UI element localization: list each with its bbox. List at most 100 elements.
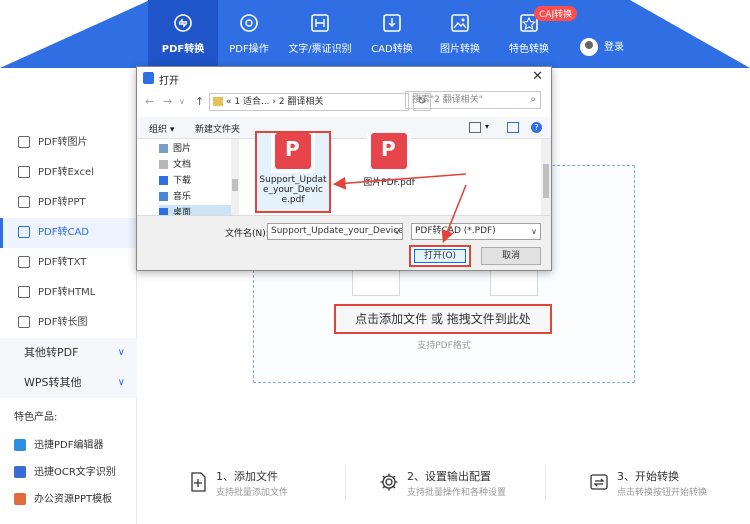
- file-type-select[interactable]: PDF转CAD (*.PDF) ∨: [411, 223, 541, 240]
- chevron-down-icon: ∨: [531, 227, 537, 236]
- preview-pane-icon[interactable]: [507, 122, 519, 133]
- file-item-image-pdf[interactable]: 图片PDF.pdf: [345, 133, 433, 193]
- pdf-logo: [371, 133, 407, 169]
- chevron-down-icon: ∨: [117, 347, 125, 358]
- html-file-icon: [18, 286, 30, 298]
- nav-pdf-convert[interactable]: PDF转换: [148, 0, 218, 68]
- image-file-icon: [18, 136, 30, 148]
- step-title: 3、开始转换: [617, 470, 679, 483]
- pictures-folder-icon: [159, 144, 168, 153]
- chevron-down-icon: ∨: [117, 377, 125, 388]
- open-button-highlight: 打开(O): [409, 245, 471, 267]
- ppt-template-icon: [14, 493, 26, 505]
- login-button[interactable]: 登录: [580, 38, 624, 56]
- sidebar-item-label: PDF转TXT: [38, 257, 87, 268]
- sidebar-item-pdf-to-ppt[interactable]: PDF转PPT: [0, 188, 137, 218]
- nav-label: CAD转换: [371, 44, 413, 55]
- sidebar-item-label: PDF转CAD: [38, 227, 90, 238]
- nav-label: 文字/票证识别: [288, 44, 352, 55]
- sidebar-group-label: 其他转PDF: [24, 346, 79, 359]
- cad-convert-icon: [383, 14, 401, 32]
- nav-label: PDF操作: [229, 44, 269, 55]
- product-pdf-editor[interactable]: 迅捷PDF编辑器: [14, 436, 103, 451]
- step-desc: 支持批量操作和各种设置: [407, 488, 507, 498]
- breadcrumb[interactable]: « 1 适合... › 2 翻译相关: [209, 93, 409, 111]
- tree-item-pictures[interactable]: 图片: [159, 141, 191, 154]
- back-arrow-icon[interactable]: ←: [145, 95, 154, 108]
- filename-value: Support_Update_your_Device.pdf: [271, 226, 403, 236]
- search-placeholder: 搜索"2 翻译相关": [412, 95, 483, 105]
- text-recognition-icon: [311, 14, 329, 32]
- tree-item-label: 图片: [173, 144, 192, 154]
- sidebar-item-pdf-to-cad[interactable]: PDF转CAD: [0, 218, 137, 248]
- sidebar-item-pdf-to-excel[interactable]: PDF转Excel: [0, 158, 137, 188]
- pdf-logo: [275, 133, 311, 169]
- product-ppt-templates[interactable]: 办公资源PPT模板: [14, 490, 112, 505]
- scrollbar-thumb[interactable]: [232, 179, 238, 191]
- sidebar-item-pdf-to-image[interactable]: PDF转图片: [0, 128, 137, 158]
- filename-field[interactable]: Support_Update_your_Device.pdf ∨: [267, 223, 403, 240]
- new-folder-button[interactable]: 新建文件夹: [195, 122, 240, 135]
- dialog-footer: 文件名(N): Support_Update_your_Device.pdf ∨…: [137, 215, 551, 270]
- file-list-scrollbar[interactable]: [541, 139, 551, 215]
- step-desc: 支持批量添加文件: [216, 488, 289, 498]
- pdf-editor-icon: [14, 439, 26, 451]
- nav-cad-convert[interactable]: CAD转换: [357, 0, 427, 68]
- close-icon[interactable]: ✕: [532, 69, 543, 84]
- filename-label: 文件名(N):: [225, 229, 269, 239]
- file-item-support-update[interactable]: Support_Update_your_Device.pdf: [255, 131, 331, 213]
- sidebar-group-label: WPS转其他: [24, 376, 82, 389]
- file-name: 图片PDF.pdf: [363, 178, 415, 188]
- nav-label: PDF转换: [161, 44, 205, 55]
- recent-dropdown-icon[interactable]: ∨: [179, 97, 185, 106]
- add-file-button[interactable]: 点击添加文件 或 拖拽文件到此处: [334, 304, 552, 334]
- tree-item-label: 文档: [173, 160, 192, 170]
- file-placeholder-icon: [352, 270, 400, 296]
- nav-image-convert[interactable]: 图片转换: [425, 0, 495, 68]
- cancel-button[interactable]: 取消: [481, 247, 541, 265]
- cad-file-icon: [18, 226, 30, 238]
- caj-convert-badge[interactable]: CAJ转换: [534, 6, 578, 21]
- sidebar-item-pdf-to-txt[interactable]: PDF转TXT: [0, 248, 137, 278]
- chevron-down-icon[interactable]: ▾: [485, 122, 489, 131]
- nav-text-recognition[interactable]: 文字/票证识别: [285, 0, 355, 68]
- tree-scrollbar[interactable]: [231, 139, 239, 215]
- step-divider: [345, 465, 346, 501]
- product-ocr[interactable]: 迅捷OCR文字识别: [14, 463, 116, 478]
- add-file-icon: [191, 472, 206, 492]
- tree-item-label: 下载: [173, 176, 192, 186]
- image-convert-icon: [451, 14, 469, 32]
- organize-button[interactable]: 组织 ▾: [149, 122, 174, 135]
- sidebar-item-label: PDF转图片: [38, 137, 88, 148]
- tree-item-documents[interactable]: 文档: [159, 157, 191, 170]
- sidebar-item-pdf-to-html[interactable]: PDF转HTML: [0, 278, 137, 308]
- search-input[interactable]: 搜索"2 翻译相关" ⌕: [405, 91, 541, 109]
- search-icon: ⌕: [530, 94, 536, 105]
- help-icon[interactable]: ?: [531, 122, 542, 133]
- sidebar-group-wps-to-other[interactable]: WPS转其他 ∨: [0, 368, 137, 398]
- pdf-file-icon: [271, 133, 315, 173]
- file-type-value: PDF转CAD (*.PDF): [415, 226, 496, 236]
- music-folder-icon: [159, 192, 168, 201]
- ppt-file-icon: [18, 196, 30, 208]
- long-image-icon: [18, 316, 30, 328]
- view-options-icon[interactable]: [469, 122, 481, 133]
- nav-pdf-operate[interactable]: PDF操作: [214, 0, 284, 68]
- sidebar-group-other-to-pdf[interactable]: 其他转PDF ∨: [0, 338, 137, 368]
- open-button[interactable]: 打开(O): [414, 249, 466, 263]
- tree-item-label: 音乐: [173, 192, 192, 202]
- tree-item-downloads[interactable]: 下载: [159, 173, 191, 186]
- dialog-title-bar[interactable]: 打开 ✕: [137, 67, 551, 89]
- up-arrow-icon[interactable]: ↑: [195, 95, 204, 108]
- file-list: Support_Update_your_Device.pdf 图片PDF.pdf: [241, 131, 541, 215]
- file-placeholder-icon: [490, 270, 538, 296]
- forward-arrow-icon[interactable]: →: [163, 95, 172, 108]
- login-label: 登录: [604, 42, 624, 53]
- scrollbar-thumb[interactable]: [543, 164, 549, 198]
- pdf-operate-icon: [240, 14, 258, 32]
- pdf-convert-icon: [174, 14, 192, 32]
- tree-item-music[interactable]: 音乐: [159, 189, 191, 202]
- top-navigation-bar: PDF转换 PDF操作 文字/票证识别 CAD转换 图片转换 特色转换 CAJ转…: [0, 0, 750, 68]
- sidebar-item-pdf-to-long-image[interactable]: PDF转长图: [0, 308, 137, 338]
- chevron-down-icon[interactable]: ∨: [394, 224, 400, 239]
